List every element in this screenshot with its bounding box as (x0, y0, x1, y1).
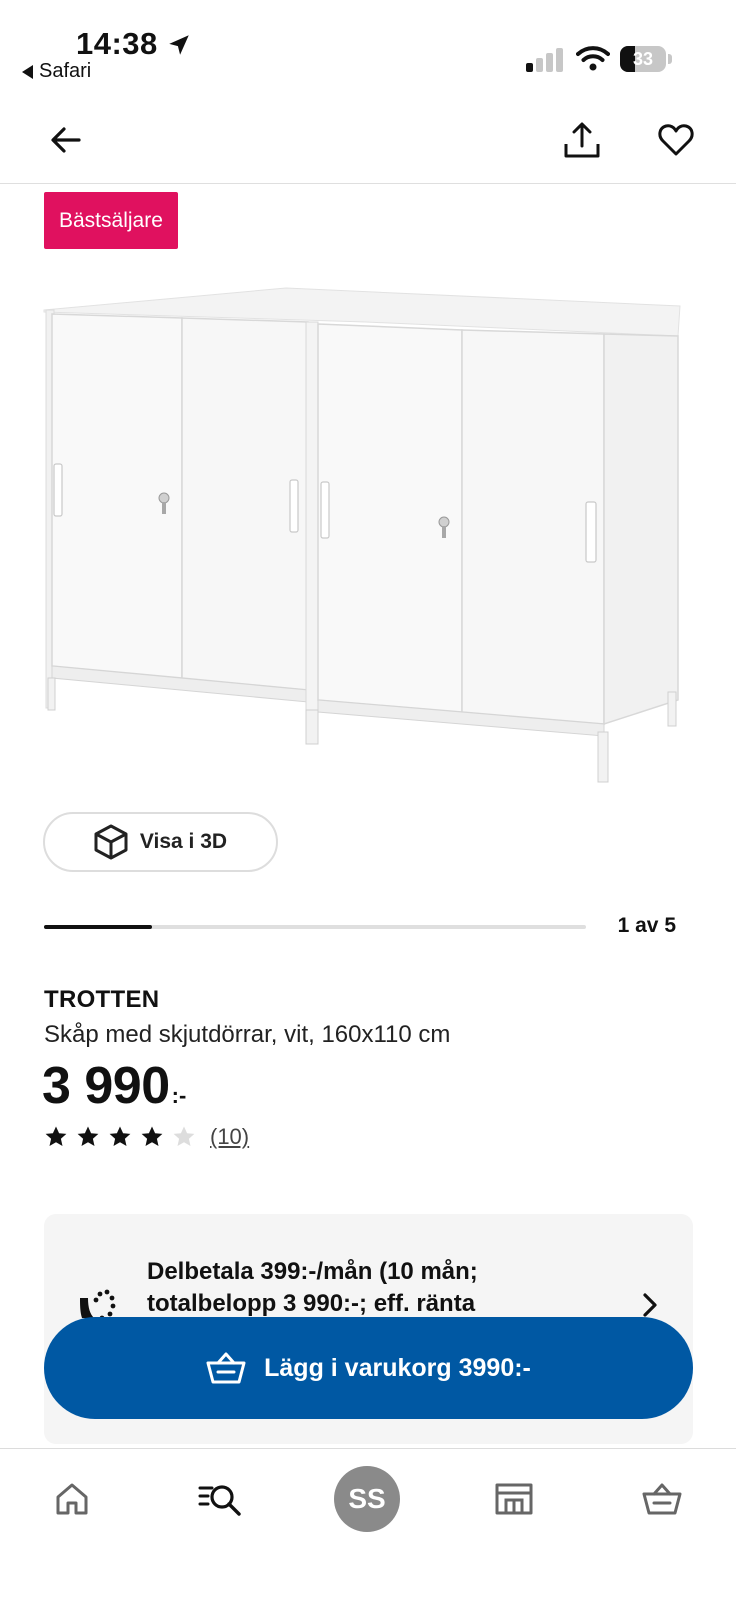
cellular-signal-icon (526, 48, 563, 72)
share-icon (564, 122, 600, 158)
rating-stars (44, 1125, 196, 1149)
tab-home[interactable] (32, 1449, 112, 1549)
favorite-button[interactable] (652, 116, 700, 164)
product-description: Skåp med skjutdörrar, vit, 160x110 cm (44, 1021, 451, 1048)
star-filled-icon (141, 1126, 163, 1146)
gallery-page-count: 1 av 5 (617, 914, 676, 937)
view-3d-label: Visa i 3D (139, 830, 228, 853)
star-filled-icon (45, 1126, 67, 1146)
price-suffix: :- (171, 1083, 187, 1108)
shopping-basket-icon (642, 1483, 682, 1515)
store-icon (495, 1483, 533, 1515)
installment-text: Delbetala 399:-/mån (10 mån; totalbelopp… (147, 1258, 478, 1317)
battery-percent: 33 (632, 49, 654, 69)
tab-stores[interactable] (474, 1449, 554, 1549)
bottom-tab-bar: SS (0, 1448, 736, 1600)
search-list-icon (198, 1485, 241, 1516)
product-price: 3 990 :- (42, 1056, 186, 1116)
location-arrow-icon (169, 35, 189, 55)
back-app-label: Safari (39, 60, 92, 82)
avatar: SS (334, 1466, 400, 1532)
price-amount: 3 990 (42, 1057, 170, 1115)
view-3d-button[interactable]: Visa i 3D (43, 812, 278, 872)
add-to-cart-label: Lägg i varukorg 3990:- (264, 1353, 531, 1382)
product-image[interactable] (36, 280, 700, 810)
back-triangle-icon (22, 64, 33, 79)
review-count-link[interactable]: (10) (210, 1124, 249, 1150)
star-empty-icon (173, 1126, 195, 1146)
star-filled-icon (109, 1126, 131, 1146)
battery-indicator: 33 (620, 46, 672, 72)
heart-icon (658, 124, 694, 156)
status-bar: 14:38 Safari 33 (0, 0, 736, 96)
cube-3d-icon (94, 824, 128, 860)
add-to-cart-button[interactable]: Lägg i varukorg 3990:- (44, 1317, 693, 1419)
share-button[interactable] (558, 116, 606, 164)
arrow-left-icon (51, 127, 81, 153)
tab-search[interactable] (180, 1449, 260, 1549)
gallery-progress-fill (44, 925, 153, 929)
gallery-progress-track (44, 925, 586, 929)
bestseller-badge: Bästsäljare (44, 192, 178, 249)
tab-profile[interactable]: SS (327, 1449, 407, 1549)
tab-cart[interactable] (622, 1449, 702, 1549)
product-rating[interactable]: (10) (44, 1124, 249, 1150)
back-button[interactable] (42, 116, 90, 164)
chevron-right-icon (643, 1293, 657, 1317)
star-filled-icon (77, 1126, 99, 1146)
top-navigation (0, 96, 736, 184)
shopping-basket-icon (206, 1352, 246, 1384)
wifi-icon (576, 46, 610, 71)
product-name: TROTTEN (44, 986, 160, 1013)
status-time: 14:38 (76, 26, 158, 61)
back-to-app-link[interactable]: Safari (22, 60, 91, 83)
home-icon (56, 1483, 88, 1515)
